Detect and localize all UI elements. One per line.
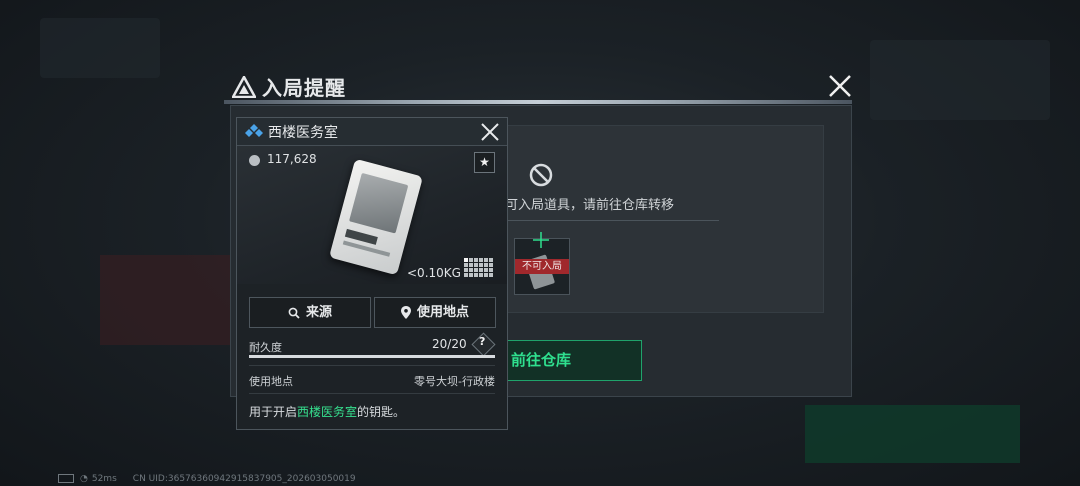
item-weight: <0.10KG bbox=[407, 266, 461, 280]
item-size-grid-icon bbox=[464, 258, 494, 278]
use-location-label: 使用地点 bbox=[249, 375, 293, 388]
durability-label: 耐久度 bbox=[249, 341, 282, 354]
alert-title: 入局提醒 bbox=[262, 76, 346, 100]
use-location-button[interactable]: 使用地点 bbox=[374, 297, 496, 328]
row-divider bbox=[249, 365, 495, 366]
coin-icon bbox=[249, 155, 260, 166]
alert-close-icon[interactable] bbox=[826, 72, 854, 100]
alert-message: 可入局道具，请前往仓库转移 bbox=[505, 198, 675, 213]
background-green-panel bbox=[805, 405, 1020, 463]
description-suffix: 的钥匙。 bbox=[357, 405, 406, 419]
keycard-image bbox=[328, 158, 424, 276]
item-detail-card: 西楼医务室 117,628 ★ <0.10KG 来源 使用地点 耐久度 20/2… bbox=[236, 117, 508, 430]
background-blur-block bbox=[40, 18, 160, 78]
keycard-photo bbox=[349, 172, 409, 234]
card-header: 西楼医务室 bbox=[237, 118, 507, 146]
item-price: 117,628 bbox=[267, 152, 317, 166]
description-prefix: 用于开启 bbox=[249, 405, 298, 419]
star-icon: ★ bbox=[479, 155, 490, 169]
help-icon-glyph: ? bbox=[479, 335, 486, 348]
favorite-star-button[interactable]: ★ bbox=[474, 152, 495, 173]
no-entry-icon bbox=[529, 163, 553, 187]
item-image-panel: 117,628 ★ <0.10KG bbox=[237, 146, 507, 284]
item-description: 用于开启西楼医务室的钥匙。 bbox=[249, 403, 405, 420]
item-name: 西楼医务室 bbox=[268, 125, 338, 141]
wifi-icon: ◔ bbox=[80, 474, 88, 484]
row-divider bbox=[249, 393, 495, 394]
source-button-label: 来源 bbox=[305, 305, 332, 320]
use-location-value: 零号大坝-行政楼 bbox=[414, 375, 495, 388]
source-button[interactable]: 来源 bbox=[249, 297, 371, 328]
durability-value: 20/20 bbox=[432, 337, 467, 351]
background-red-panel bbox=[100, 255, 240, 345]
keycard-stripe bbox=[342, 240, 391, 257]
alert-title-wrap: 入局提醒 bbox=[232, 72, 346, 101]
description-highlight: 西楼医务室 bbox=[297, 405, 358, 419]
user-uid: CN UID:3657636094291583790​5_20260305001… bbox=[132, 474, 356, 484]
card-close-icon[interactable] bbox=[479, 121, 501, 143]
not-allowed-badge: 不可入局 bbox=[515, 259, 569, 274]
alert-divider bbox=[495, 220, 719, 221]
status-bar: ◔ 52ms CN UID:3657636094291583790​5_202603… bbox=[58, 474, 356, 486]
alert-header-rule bbox=[224, 100, 852, 104]
crosshair-icon bbox=[533, 232, 549, 248]
ping-value: 52ms bbox=[91, 474, 117, 484]
diamond-cluster-icon bbox=[245, 124, 263, 137]
use-location-button-label: 使用地点 bbox=[416, 305, 469, 320]
warning-triangle-icon bbox=[232, 75, 256, 98]
alert-header: 入局提醒 bbox=[224, 64, 854, 102]
battery-icon bbox=[58, 474, 74, 483]
durability-bar-fill bbox=[249, 355, 495, 358]
search-icon bbox=[288, 307, 300, 319]
go-to-warehouse-button[interactable]: 前往仓库 bbox=[498, 340, 642, 381]
durability-bar bbox=[249, 355, 495, 358]
background-blur-block bbox=[870, 40, 1050, 120]
location-pin-icon bbox=[400, 306, 411, 319]
